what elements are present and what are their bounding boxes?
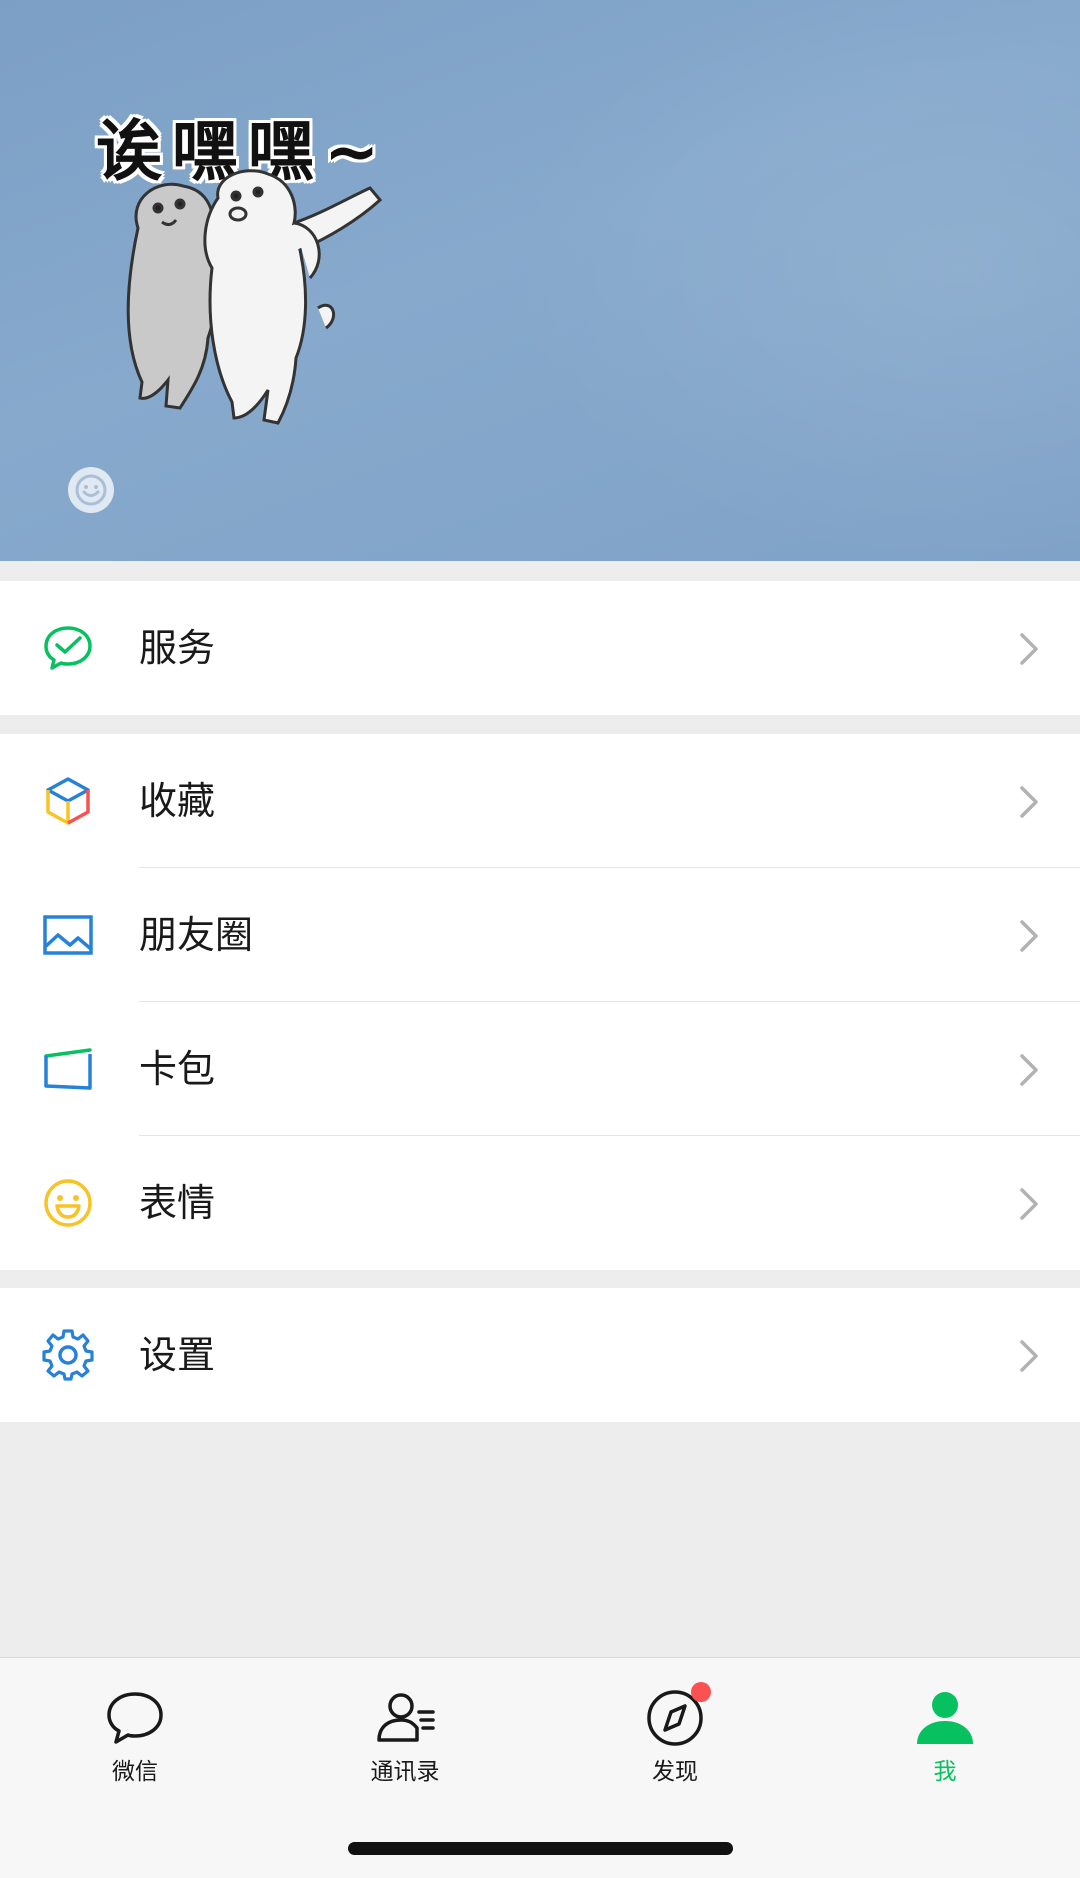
chevron-right-icon — [1020, 920, 1038, 952]
tab-contacts[interactable]: 通讯录 — [305, 1688, 505, 1786]
menu-group-main: 收藏 朋友圈 卡包 表情 — [0, 734, 1080, 1270]
menu-item-moments[interactable]: 朋友圈 — [0, 868, 1080, 1002]
tab-label: 微信 — [112, 1759, 158, 1785]
chevron-right-icon — [1020, 633, 1038, 665]
menu-item-label: 收藏 — [139, 779, 216, 823]
chat-bubble-icon — [107, 1692, 163, 1744]
menu-item-label: 朋友圈 — [139, 913, 254, 957]
tab-label: 发现 — [652, 1759, 698, 1785]
chevron-right-icon — [1020, 786, 1038, 818]
wallet-icon — [42, 1045, 94, 1093]
wechat-pay-icon — [42, 624, 94, 672]
tab-discover[interactable]: 发现 — [575, 1682, 775, 1786]
tab-me[interactable]: 我 — [845, 1688, 1045, 1786]
menu-item-label: 表情 — [139, 1181, 216, 1225]
tab-chats[interactable]: 微信 — [35, 1688, 235, 1786]
menu-item-label: 卡包 — [139, 1047, 216, 1091]
menu-group-settings: 设置 — [0, 1288, 1080, 1422]
menu-item-cards[interactable]: 卡包 — [0, 1002, 1080, 1136]
cube-icon — [42, 777, 94, 825]
menu-item-label: 设置 — [139, 1333, 216, 1377]
menu-group-service: 服务 — [0, 581, 1080, 715]
home-indicator[interactable] — [348, 1842, 733, 1855]
tab-label: 通讯录 — [370, 1759, 440, 1785]
profile-cover-banner[interactable]: 诶嘿嘿~ — [0, 0, 1080, 561]
notification-dot — [691, 1682, 711, 1702]
menu-item-service[interactable]: 服务 — [0, 581, 1080, 715]
dog-sticker-image — [126, 169, 383, 425]
menu-item-settings[interactable]: 设置 — [0, 1288, 1080, 1422]
tab-label: 我 — [933, 1759, 957, 1785]
menu-item-stickers[interactable]: 表情 — [0, 1136, 1080, 1270]
image-icon — [42, 911, 94, 959]
menu-item-favorites[interactable]: 收藏 — [0, 734, 1080, 868]
smiley-icon — [42, 1179, 94, 1227]
status-mood-button[interactable] — [68, 467, 114, 513]
chevron-right-icon — [1020, 1188, 1038, 1220]
person-icon — [917, 1692, 973, 1744]
smiley-icon — [75, 474, 107, 506]
chevron-right-icon — [1020, 1054, 1038, 1086]
menu-item-label: 服务 — [139, 626, 216, 670]
contacts-icon — [377, 1693, 435, 1742]
chevron-right-icon — [1020, 1340, 1038, 1372]
gear-icon — [42, 1329, 94, 1381]
